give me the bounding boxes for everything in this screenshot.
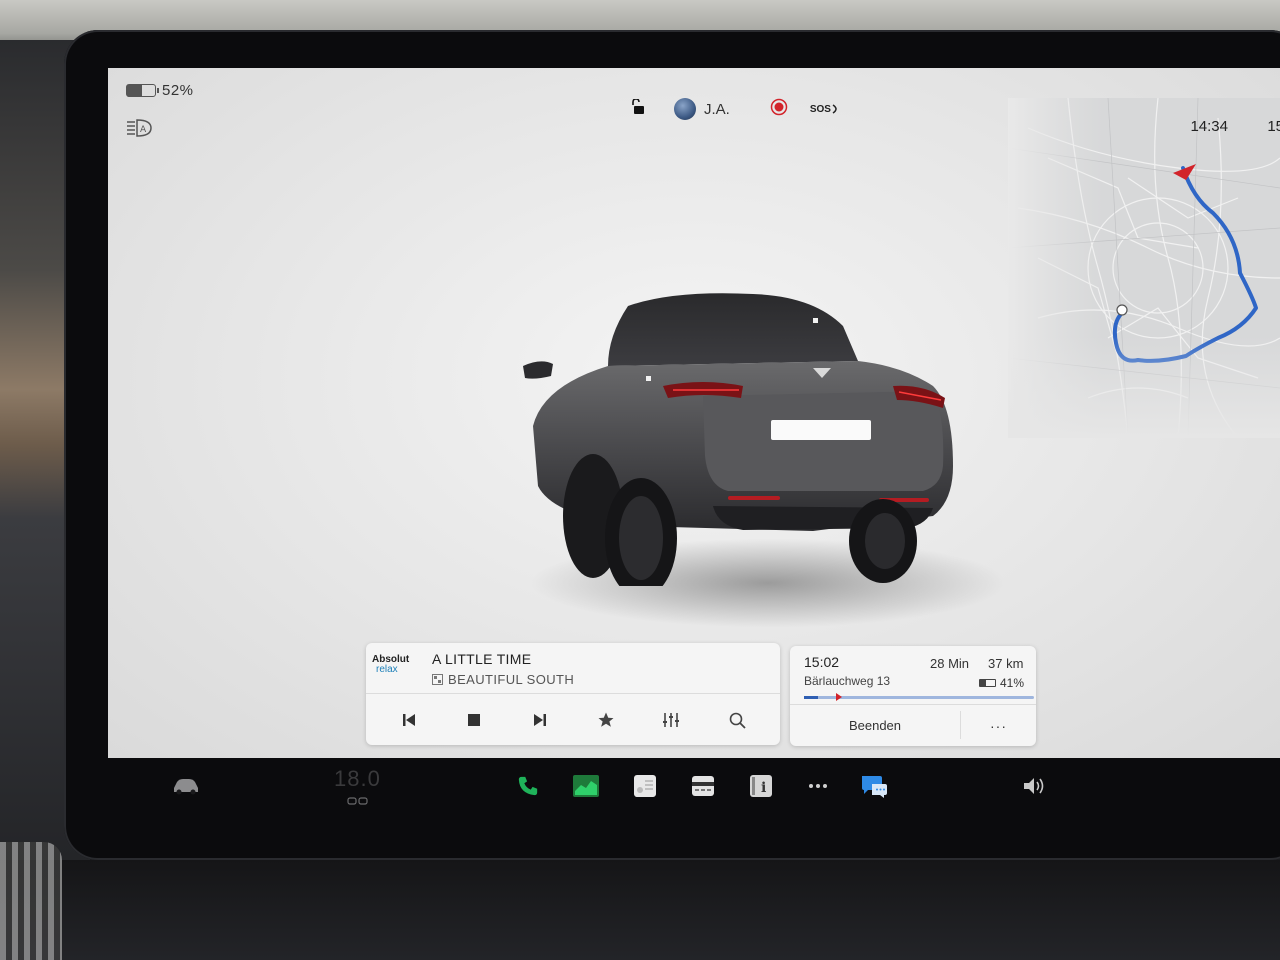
dashcam-record-icon[interactable] xyxy=(770,98,788,121)
arrival-battery-percent: 41% xyxy=(1000,676,1025,690)
trip-position-marker xyxy=(836,693,842,701)
media-divider xyxy=(366,693,780,694)
track-title: A LITTLE TIME xyxy=(432,651,532,667)
messages-button[interactable] xyxy=(858,770,890,802)
more-apps-button[interactable] xyxy=(802,770,834,802)
trip-distance: 37 km xyxy=(988,656,1024,671)
navigation-card[interactable]: 15:02 28 Min 37 km Bärlauchweg 13 41% Be… xyxy=(790,646,1036,746)
sos-label: SOS xyxy=(809,103,831,115)
arrival-time: 15:02 xyxy=(804,654,840,670)
app-dock: 18.0 i xyxy=(138,760,1238,820)
battery-icon xyxy=(979,679,996,687)
volume-button[interactable] xyxy=(1018,770,1050,802)
next-track-button[interactable] xyxy=(526,706,554,734)
equalizer-icon xyxy=(663,713,680,727)
next-track-icon xyxy=(534,714,547,726)
trip-duration: 28 Min xyxy=(930,656,970,671)
vehicle-battery[interactable]: 52% xyxy=(126,82,194,99)
battery-level-fill xyxy=(127,85,142,96)
phone-icon xyxy=(518,776,538,796)
trip-progress-fill xyxy=(804,696,818,699)
arrival-battery: 41% xyxy=(979,676,1024,690)
station-logo-line2: relax xyxy=(376,664,398,675)
navigation-map[interactable] xyxy=(1008,98,1280,438)
sos-button[interactable]: SOS xyxy=(810,103,841,115)
seat-heater-button[interactable] xyxy=(342,794,374,808)
notes-icon xyxy=(634,775,656,797)
dashcam-viewer-icon xyxy=(692,776,714,796)
climate-temperature[interactable]: 18.0 xyxy=(334,766,381,792)
search-button[interactable] xyxy=(723,706,751,734)
station-logo: Absolut relax xyxy=(372,655,418,685)
navigation-more-button[interactable]: ··· xyxy=(961,705,1036,746)
battery-percent: 52% xyxy=(162,82,194,99)
search-icon xyxy=(729,712,746,729)
pedal xyxy=(0,842,62,960)
touchscreen: 52% A J.A. SOS 14:34 15 Absolut relax A … xyxy=(108,68,1280,758)
speaker-volume-icon xyxy=(1024,778,1044,794)
notes-app-button[interactable] xyxy=(629,770,661,802)
manual-info-icon: i xyxy=(750,775,772,797)
outside-temperature: 15 xyxy=(1267,118,1280,135)
auto-headlights-icon[interactable]: A xyxy=(126,118,156,143)
energy-app-button[interactable] xyxy=(570,770,602,802)
equalizer-button[interactable] xyxy=(657,706,685,734)
messages-icon xyxy=(862,776,887,798)
arrival-battery-fill xyxy=(980,680,987,686)
track-artist: BEAUTIFUL SOUTH xyxy=(448,672,575,687)
end-navigation-button[interactable]: Beenden xyxy=(790,705,960,746)
top-status-center: J.A. SOS xyxy=(632,96,841,122)
favorite-button[interactable] xyxy=(592,706,620,734)
battery-icon xyxy=(126,84,159,97)
svg-text:A: A xyxy=(140,125,147,135)
star-icon xyxy=(598,712,614,727)
sos-signal-icon xyxy=(832,104,837,114)
phone-button[interactable] xyxy=(512,770,544,802)
energy-chart-icon xyxy=(573,775,599,797)
stop-icon xyxy=(468,714,481,726)
clock: 14:34 xyxy=(1190,118,1228,135)
previous-track-button[interactable] xyxy=(395,706,423,734)
dashcam-viewer-button[interactable] xyxy=(687,770,719,802)
radio-source-icon xyxy=(432,674,443,685)
car-button[interactable] xyxy=(170,770,202,802)
vehicle-3d-view[interactable] xyxy=(513,286,973,586)
manual-button[interactable]: i xyxy=(745,770,777,802)
previous-track-icon xyxy=(402,714,415,726)
driver-avatar[interactable] xyxy=(674,98,696,120)
ellipsis-icon xyxy=(809,784,827,788)
media-player-card[interactable]: Absolut relax A LITTLE TIME BEAUTIFUL SO… xyxy=(366,643,780,745)
unlock-icon[interactable] xyxy=(632,97,646,120)
driver-profile-name[interactable]: J.A. xyxy=(704,101,730,118)
stop-button[interactable] xyxy=(460,706,488,734)
track-artist-row: BEAUTIFUL SOUTH xyxy=(432,672,574,687)
seat-heater-icon xyxy=(347,797,368,805)
destination-address: Bärlauchweg 13 xyxy=(804,674,891,688)
console-background xyxy=(0,860,1280,960)
media-controls xyxy=(366,695,780,745)
svg-text:i: i xyxy=(761,780,766,796)
car-icon xyxy=(174,779,198,795)
